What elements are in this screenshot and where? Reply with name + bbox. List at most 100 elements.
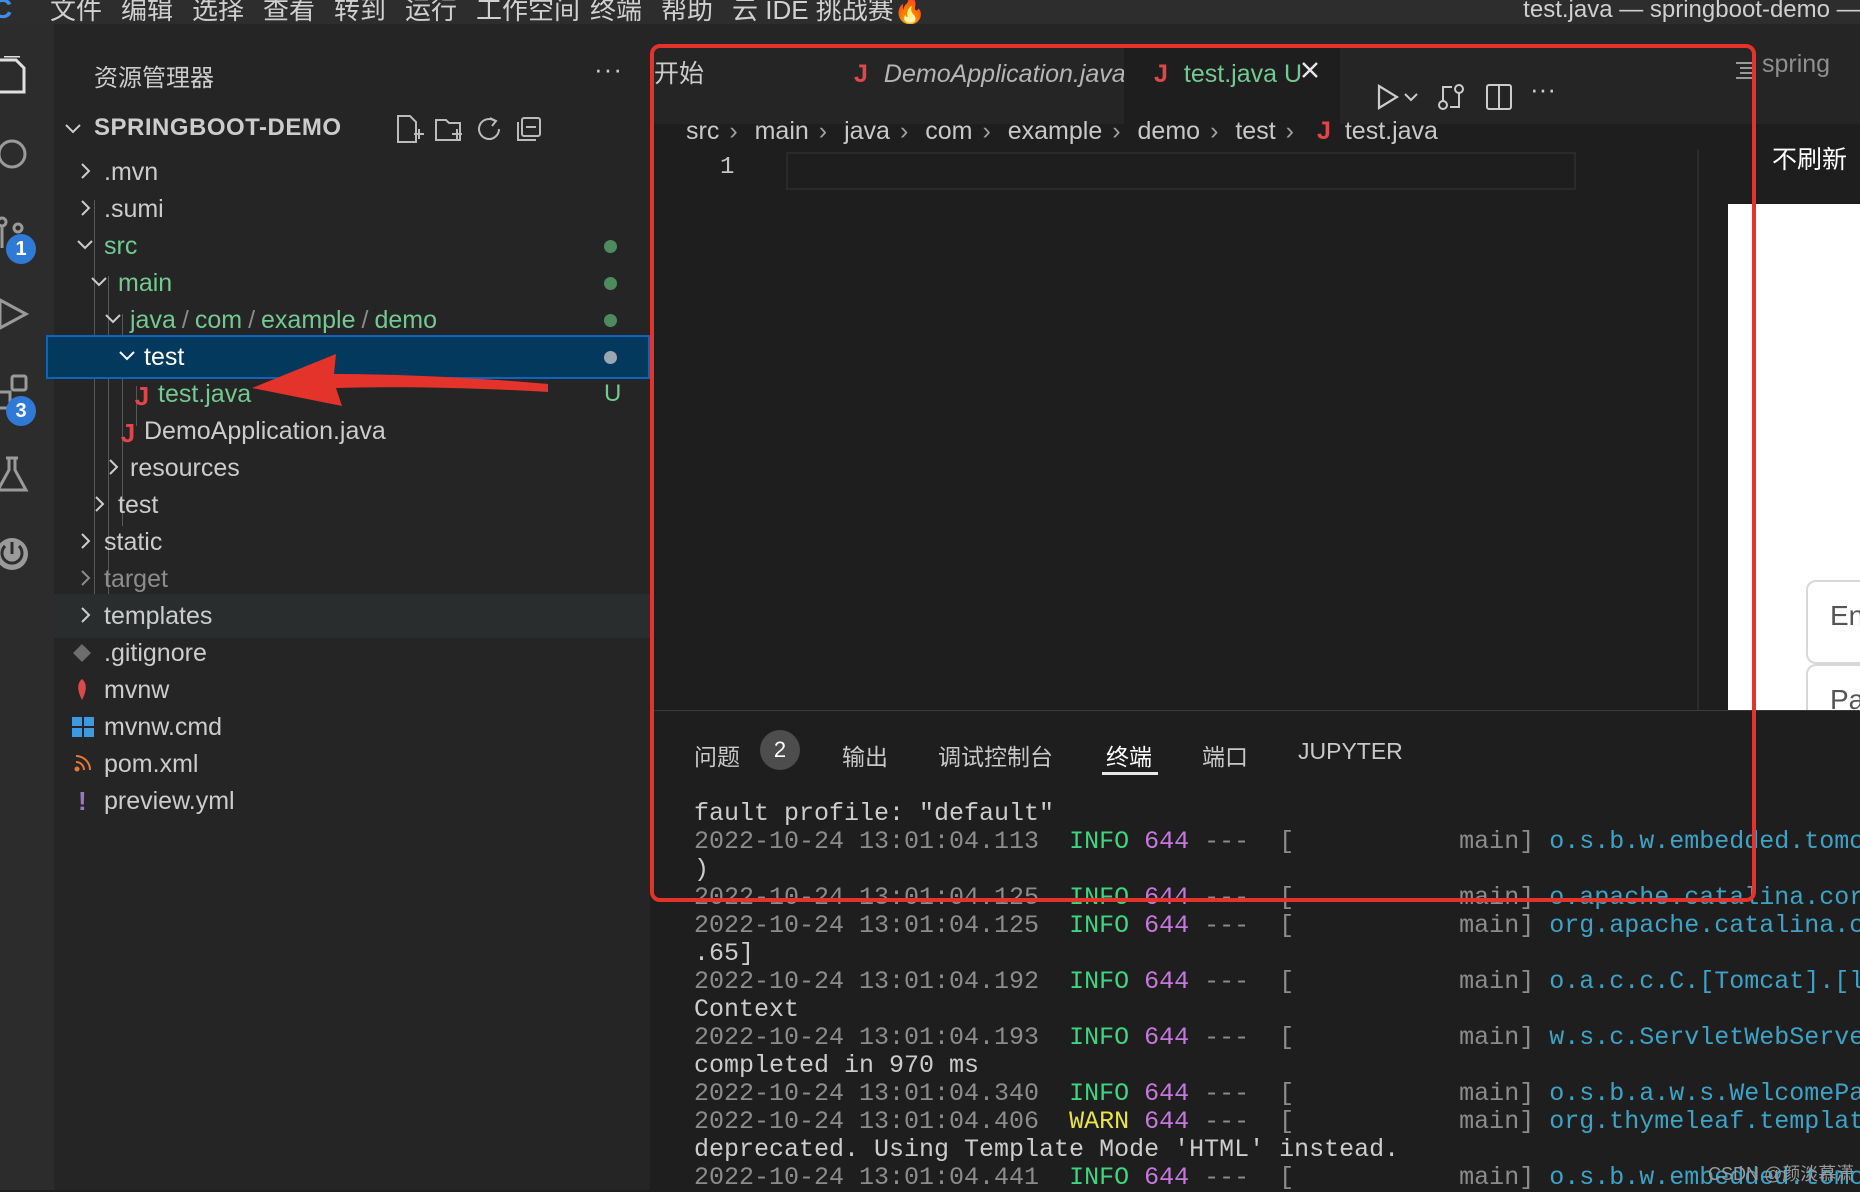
explorer-sidebar: 资源管理器 ··· SPRINGBOOT-DEMO .mvn .sumi src… — [46, 24, 650, 1190]
preview-input-text: En — [1830, 600, 1860, 631]
log-pid: 644 — [1144, 911, 1190, 940]
tree-file-preview-yml[interactable]: ! preview.yml — [54, 779, 650, 823]
rss-file-icon — [74, 755, 91, 772]
log-timestamp: 2022-10-24 13:01:04.193 — [694, 1023, 1040, 1052]
chevron-right-icon — [81, 570, 91, 586]
path-segment: example — [261, 306, 356, 334]
terminal-line: completed in 970 ms — [694, 1051, 980, 1080]
new-file-icon[interactable] — [394, 114, 424, 144]
terminal-log-line: 2022-10-24 13:01:04.340 INFO 644 --- [ m… — [694, 1080, 1860, 1108]
modified-dot — [604, 277, 617, 290]
log-level: INFO — [1069, 1163, 1130, 1192]
log-level: INFO — [1069, 967, 1130, 996]
log-logger: org.thymeleaf.templatemod — [1549, 1107, 1860, 1136]
log-timestamp: 2022-10-24 13:01:04.406 — [694, 1107, 1040, 1136]
more-actions-icon[interactable]: ··· — [594, 54, 623, 85]
log-level: INFO — [1069, 1023, 1130, 1052]
git-file-icon — [73, 644, 91, 662]
log-pid: 644 — [1144, 1079, 1190, 1108]
annotation-highlight-box — [650, 44, 1756, 902]
chevron-down-icon — [91, 277, 107, 287]
chevron-down-icon — [65, 124, 81, 134]
chevron-right-icon — [81, 163, 91, 179]
no-refresh-button[interactable]: 不刷新 — [1772, 140, 1847, 176]
preview-tab-label[interactable]: spring — [1762, 50, 1830, 79]
log-timestamp: 2022-10-24 13:01:04.125 — [694, 911, 1040, 940]
modified-dot — [604, 351, 617, 364]
log-logger: o.a.c.c.C.[Tomcat].[local — [1549, 967, 1860, 996]
refresh-icon[interactable] — [474, 114, 504, 144]
log-logger: w.s.c.ServletWebServerApp — [1549, 1023, 1860, 1052]
log-timestamp: 2022-10-24 13:01:04.192 — [694, 967, 1040, 996]
windows-file-icon — [72, 717, 94, 737]
collapse-all-icon[interactable] — [514, 114, 544, 144]
modified-dot — [604, 240, 617, 253]
chevron-down-icon — [77, 240, 93, 250]
menu-run[interactable]: 运行 — [405, 0, 457, 26]
search-icon[interactable] — [0, 134, 32, 174]
menu-help[interactable]: 帮助 — [661, 0, 713, 26]
preview-email-input[interactable]: En — [1806, 580, 1860, 664]
log-thread: --- [ main] — [1204, 1079, 1535, 1108]
log-timestamp: 2022-10-24 13:01:04.441 — [694, 1163, 1040, 1192]
menu-challenge[interactable]: 云 IDE 挑战赛🔥 — [732, 0, 926, 26]
testing-icon[interactable] — [0, 454, 32, 494]
chevron-right-icon — [81, 533, 91, 549]
log-level: INFO — [1069, 1079, 1130, 1108]
log-pid: 644 — [1144, 1163, 1190, 1192]
project-name: SPRINGBOOT-DEMO — [94, 114, 342, 141]
menu-workspace[interactable]: 工作空间 — [476, 0, 580, 26]
maven-file-icon — [78, 679, 86, 700]
chevron-right-icon — [95, 496, 105, 512]
run-debug-icon[interactable] — [0, 294, 32, 334]
sidebar-title: 资源管理器 — [94, 65, 214, 92]
window-title: test.java — springboot-demo — Cl — [1523, 0, 1860, 23]
path-segment: com — [194, 306, 243, 334]
log-thread: --- [ main] — [1204, 1163, 1535, 1192]
terminal-line: .65] — [694, 939, 755, 968]
menu-select[interactable]: 选择 — [192, 0, 244, 26]
chevron-down-icon — [119, 351, 135, 361]
terminal-log-line: 2022-10-24 13:01:04.406 WARN 644 --- [ m… — [694, 1108, 1860, 1136]
menu-file[interactable]: 文件 — [50, 0, 102, 26]
extensions-badge: 3 — [6, 396, 36, 426]
project-header[interactable]: SPRINGBOOT-DEMO — [54, 108, 650, 148]
chevron-right-icon — [109, 459, 119, 475]
menu-bar: C 文件 编辑 选择 查看 转到 运行 工作空间 终端 帮助 云 IDE 挑战赛… — [0, 0, 1860, 26]
menu-edit[interactable]: 编辑 — [121, 0, 173, 26]
menu-goto[interactable]: 转到 — [334, 0, 386, 26]
terminal-log-line: 2022-10-24 13:01:04.193 INFO 644 --- [ m… — [694, 1024, 1860, 1052]
log-logger: org.apache.catalina.core. — [1549, 911, 1860, 940]
chevron-down-icon — [105, 314, 121, 324]
terminal-log-line: 2022-10-24 13:01:04.192 INFO 644 --- [ m… — [694, 968, 1860, 996]
modified-dot — [604, 314, 617, 327]
path-segment: demo — [374, 306, 438, 334]
chevron-right-icon — [81, 200, 91, 216]
app-logo: C — [0, 0, 13, 24]
menu-terminal[interactable]: 终端 — [590, 0, 642, 26]
log-level: INFO — [1069, 911, 1130, 940]
log-timestamp: 2022-10-24 13:01:04.340 — [694, 1079, 1040, 1108]
watermark: CSDN @颜淡慕潇 — [1708, 1164, 1855, 1184]
menu-view[interactable]: 查看 — [263, 0, 315, 26]
path-segment: java — [130, 306, 176, 334]
terminal-log-line: 2022-10-24 13:01:04.441 INFO 644 --- [ m… — [694, 1164, 1860, 1192]
terminal-line: Context — [694, 995, 800, 1024]
chevron-right-icon — [81, 607, 91, 623]
tree-label: preview.yml — [104, 787, 235, 815]
log-pid: 644 — [1144, 967, 1190, 996]
log-logger: o.s.b.a.w.s.WelcomePageHa — [1549, 1079, 1860, 1108]
terminal-line: deprecated. Using Template Mode 'HTML' i… — [694, 1135, 1400, 1164]
log-pid: 644 — [1144, 1023, 1190, 1052]
terminal-log-line: 2022-10-24 13:01:04.125 INFO 644 --- [ m… — [694, 912, 1860, 940]
log-pid: 644 — [1144, 1107, 1190, 1136]
yaml-file-icon: ! — [78, 786, 87, 816]
new-folder-icon[interactable] — [434, 114, 464, 144]
log-level: WARN — [1069, 1107, 1130, 1136]
log-thread: --- [ main] — [1204, 911, 1535, 940]
log-thread: --- [ main] — [1204, 1107, 1535, 1136]
source-control-badge: 1 — [6, 234, 36, 264]
explorer-icon[interactable] — [0, 56, 32, 96]
annotation-arrow-icon — [252, 354, 548, 406]
power-icon[interactable] — [0, 534, 32, 574]
